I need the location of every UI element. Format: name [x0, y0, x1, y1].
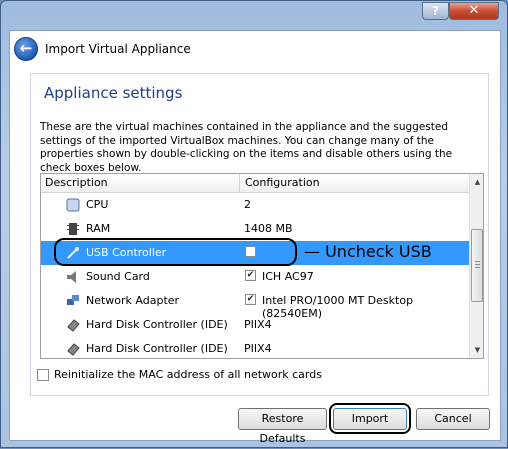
column-separator — [239, 174, 240, 192]
row-label: RAM — [86, 222, 111, 235]
help-button[interactable]: ? — [422, 2, 449, 20]
row-value: 2 — [244, 198, 251, 211]
row-checkbox[interactable] — [245, 246, 256, 257]
row-checkbox[interactable]: ✔ — [245, 270, 256, 281]
row-label: USB Controller — [86, 246, 167, 259]
column-configuration[interactable]: Configuration — [245, 176, 320, 189]
table-row[interactable]: Hard Disk Controller (IDE) PIIX4 — [41, 313, 469, 337]
window-frame: ? ✕ ← Import Virtual Appliance Appliance… — [0, 0, 508, 448]
description-text: These are the virtual machines contained… — [40, 121, 453, 174]
scroll-down-arrow-icon[interactable]: ▼ — [473, 345, 482, 355]
reinit-mac-checkbox[interactable] — [37, 369, 49, 381]
wizard-title: Import Virtual Appliance — [45, 42, 191, 56]
appliance-settings-tree[interactable]: Description Configuration CPU 2 RAM 1408 MB… — [40, 173, 484, 359]
annotation-text: Uncheck USB — [325, 242, 432, 261]
wizard-header: ← Import Virtual Appliance — [10, 31, 500, 69]
table-row[interactable]: Network Adapter ✔ Intel PRO/1000 MT Deskto… — [41, 289, 469, 320]
row-label: Network Adapter — [86, 294, 180, 307]
row-label: Hard Disk Controller (IDE) — [86, 318, 228, 331]
row-label: Sound Card — [86, 270, 150, 283]
row-value: PIIX4 — [244, 318, 272, 331]
page-title: Appliance settings — [44, 84, 183, 102]
row-value: 1408 MB — [244, 222, 293, 235]
row-value: ICH AC97 — [262, 270, 314, 283]
close-button[interactable]: ✕ — [449, 2, 499, 20]
network-adapter-icon — [66, 294, 80, 308]
wizard-body: Appliance settings These are the virtual… — [30, 73, 489, 396]
hard-disk-controller-icon — [66, 342, 80, 356]
reinit-mac-label: Reinitialize the MAC address of all netw… — [54, 368, 322, 381]
sound-card-icon — [66, 270, 80, 284]
vertical-scrollbar[interactable]: ▲ ▼ — [469, 174, 483, 358]
table-row[interactable]: Sound Card ✔ ICH AC97 — [41, 265, 469, 289]
back-arrow-icon[interactable]: ← — [14, 37, 38, 61]
row-checkbox[interactable]: ✔ — [245, 294, 256, 305]
scrollbar-grip-icon — [475, 261, 480, 269]
column-description[interactable]: Description — [45, 176, 108, 189]
usb-icon — [66, 246, 80, 260]
row-value: PIIX4 — [244, 342, 272, 355]
cancel-button[interactable]: Cancel — [416, 408, 490, 430]
annotation-label: — Uncheck USB — [304, 242, 432, 261]
table-row[interactable]: CPU 2 — [41, 193, 469, 217]
hard-disk-controller-icon — [66, 318, 80, 332]
ram-icon — [66, 222, 80, 236]
restore-defaults-button[interactable]: Restore Defaults — [238, 408, 327, 445]
row-label: CPU — [86, 198, 109, 211]
table-row[interactable]: Hard Disk Controller (IDE) PIIX4 — [41, 337, 469, 358]
row-label: Hard Disk Controller (IDE) — [86, 342, 228, 355]
import-button[interactable]: Import — [333, 408, 407, 430]
scrollbar-thumb[interactable] — [471, 229, 483, 302]
tree-header: Description Configuration — [41, 174, 469, 193]
scroll-up-arrow-icon[interactable]: ▲ — [473, 177, 482, 187]
table-row[interactable]: RAM 1408 MB — [41, 217, 469, 241]
cpu-icon — [66, 198, 80, 212]
